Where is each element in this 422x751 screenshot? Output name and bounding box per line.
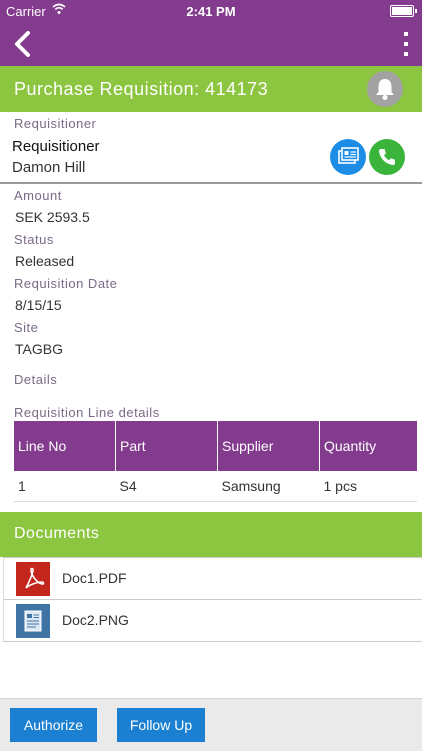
follow-up-button[interactable]: Follow Up [117, 708, 205, 742]
clock: 2:41 PM [186, 4, 236, 19]
table-header-row: Line No Part Supplier Quantity [14, 421, 417, 471]
amount-label: Amount [14, 188, 62, 203]
chevron-left-icon[interactable] [8, 28, 40, 60]
page-title: Purchase Requisition: 414173 [14, 79, 269, 99]
battery-icon [390, 5, 417, 17]
documents-header: Documents [0, 512, 422, 557]
table-row[interactable]: 1 S4 Samsung 1 pcs [14, 471, 417, 502]
document-item[interactable]: Doc2.PNG [3, 599, 422, 642]
requisition-date-value: 8/15/15 [15, 297, 62, 313]
navigation-bar [0, 22, 422, 66]
site-label: Site [14, 320, 39, 335]
table-cell: S4 [115, 471, 218, 502]
column-header-line-no: Line No [14, 421, 116, 471]
table-cell: Samsung [217, 471, 320, 502]
image-document-icon [16, 604, 50, 638]
requisitioner-name: Damon Hill [12, 159, 86, 176]
notification-button[interactable] [367, 71, 403, 107]
pdf-icon [16, 562, 50, 596]
contact-card-icon [338, 147, 359, 164]
amount-value: SEK 2593.5 [15, 209, 90, 225]
document-name: Doc2.PNG [62, 612, 129, 628]
column-header-part: Part [115, 421, 218, 471]
phone-icon [379, 149, 395, 165]
table-cell: 1 [14, 471, 116, 502]
status-label: Status [14, 232, 54, 247]
status-value: Released [15, 253, 75, 269]
document-item[interactable]: Doc1.PDF [3, 557, 422, 600]
call-button[interactable] [369, 139, 405, 175]
requisition-date-label: Requisition Date [14, 276, 118, 291]
site-value: TAGBG [15, 341, 63, 357]
column-header-supplier: Supplier [217, 421, 320, 471]
contact-button[interactable] [330, 139, 366, 175]
status-bar: Carrier 2:41 PM [0, 0, 422, 22]
requisition-lines-label: Requisition Line details [14, 405, 160, 420]
section-divider [0, 182, 422, 184]
document-name: Doc1.PDF [62, 570, 127, 586]
requisitioner-title: Requisitioner [12, 138, 100, 155]
column-header-quantity: Quantity [319, 421, 417, 471]
bell-icon [376, 79, 394, 100]
vertical-dots-icon[interactable] [398, 28, 414, 60]
requisitioner-section-label: Requisitioner [14, 116, 97, 131]
authorize-button[interactable]: Authorize [10, 708, 97, 742]
footer-toolbar: Authorize Follow Up [0, 698, 422, 751]
title-bar: Purchase Requisition: 414173 [0, 66, 422, 112]
table-cell: 1 pcs [319, 471, 417, 502]
documents-title: Documents [14, 525, 100, 542]
details-label: Details [14, 372, 58, 387]
requisition-lines-table: Line No Part Supplier Quantity 1 S4 Sams… [14, 421, 417, 502]
